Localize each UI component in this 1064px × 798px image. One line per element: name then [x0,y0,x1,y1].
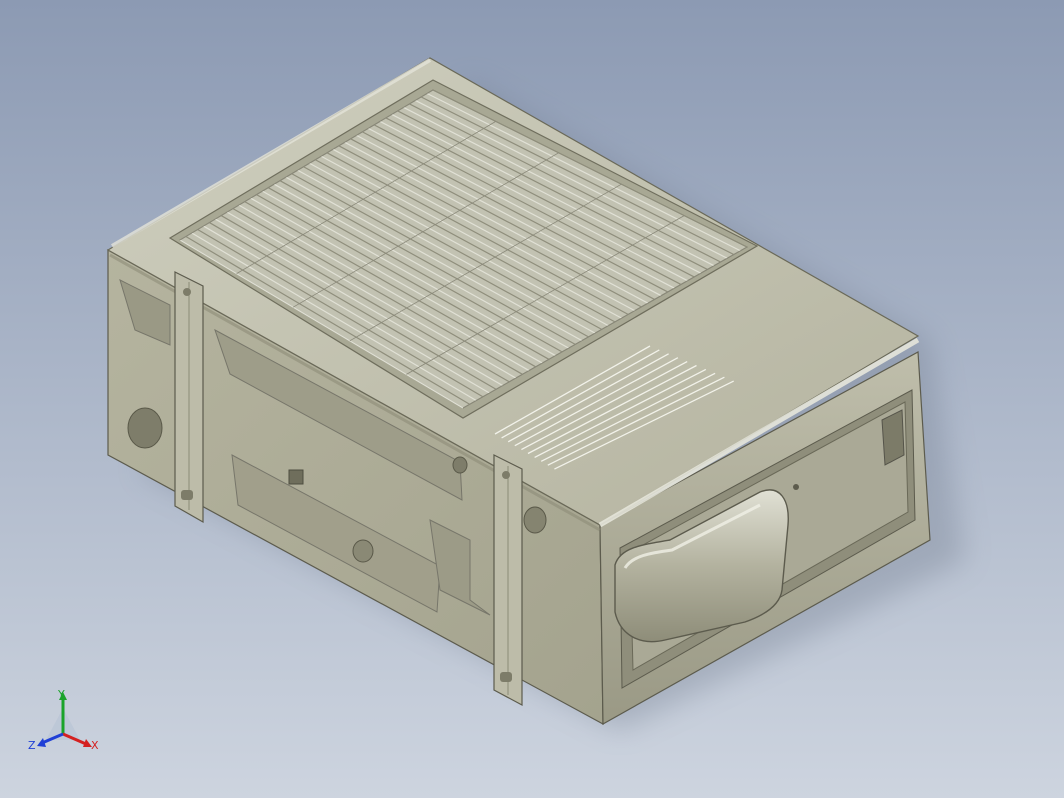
axis-triad: Y X Z [28,688,99,752]
side-hole-right [523,506,547,534]
side-hole-small [452,456,468,474]
side-hole-left [127,407,163,449]
x-axis-label: X [91,739,99,752]
side-grip-slot [881,409,905,466]
mounting-rail-left [174,271,204,524]
front-screw [793,484,799,490]
connector-port [288,469,304,485]
cad-3d-viewport[interactable]: Y X Z [0,0,1064,798]
cad-model-enclosure[interactable] [0,0,1064,798]
side-hole-mid [352,539,374,563]
z-axis-label: Z [28,739,36,752]
mounting-rail-right [493,454,523,707]
y-axis-label: Y [57,688,65,701]
